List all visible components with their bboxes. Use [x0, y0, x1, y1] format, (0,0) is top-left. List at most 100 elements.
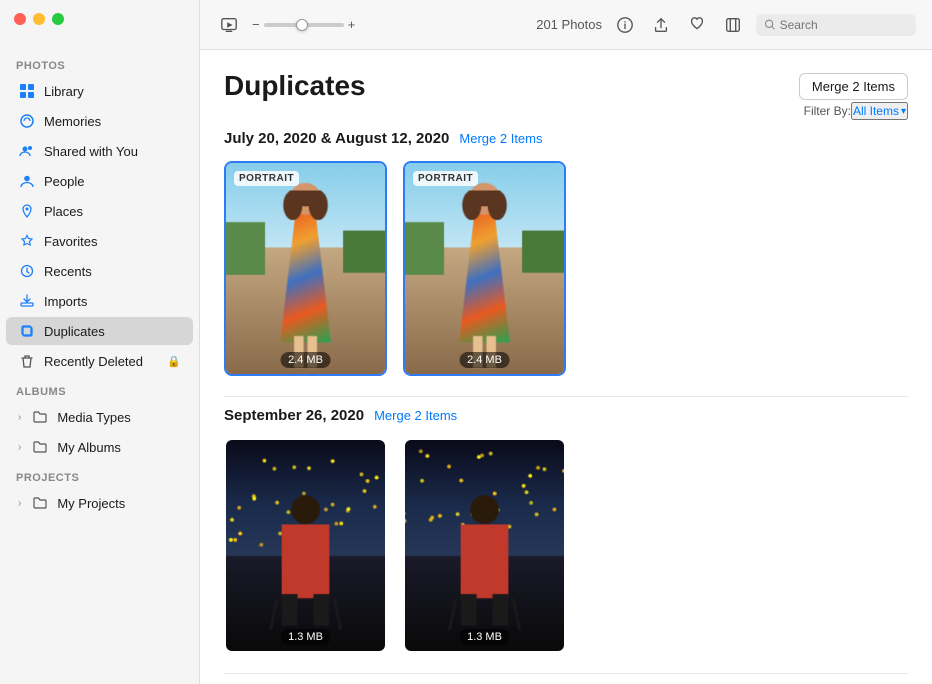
section-header-0: July 20, 2020 & August 12, 2020 Merge 2 …: [224, 130, 908, 147]
maximize-button[interactable]: [52, 13, 64, 25]
sidebar-item-media-types[interactable]: › Media Types: [6, 403, 193, 431]
sidebar-item-places[interactable]: Places: [6, 197, 193, 225]
chevron-down-icon: ▾: [901, 106, 906, 117]
sidebar-item-my-projects-label: My Projects: [57, 496, 125, 511]
memories-icon: [18, 112, 36, 130]
sidebar-section-projects: Projects: [0, 462, 199, 488]
sidebar-item-memories-label: Memories: [44, 114, 101, 129]
sidebar-item-people-label: People: [44, 174, 84, 189]
sidebar-item-library[interactable]: Library: [6, 77, 193, 105]
slider-track[interactable]: [264, 23, 344, 27]
sidebar-item-shared-with-you[interactable]: Shared with You: [6, 137, 193, 165]
sidebar-item-memories[interactable]: Memories: [6, 107, 193, 135]
main-area: − + 201 Photos Duplicates: [200, 0, 932, 684]
shared-icon: [18, 142, 36, 160]
filter-dropdown[interactable]: All Items ▾: [851, 102, 908, 120]
search-icon: [764, 18, 776, 31]
traffic-lights: [14, 13, 64, 25]
sidebar-item-recently-deleted[interactable]: Recently Deleted 🔒: [6, 347, 193, 375]
photo-item-0-1[interactable]: PORTRAIT 2.4 MB: [403, 161, 566, 376]
recents-icon: [18, 262, 36, 280]
sidebar-item-duplicates-label: Duplicates: [44, 324, 105, 339]
toolbar-left: [216, 12, 242, 38]
toolbar: − + 201 Photos: [200, 0, 932, 50]
rotate-button[interactable]: [720, 12, 746, 38]
photo-count: 201 Photos: [536, 17, 602, 32]
chevron-right-icon: ›: [18, 412, 21, 423]
photo-item-1-1[interactable]: 1.3 MB: [403, 438, 566, 653]
section-date-1: September 26, 2020: [224, 407, 364, 424]
chevron-right-icon-3: ›: [18, 498, 21, 509]
merge-link-1[interactable]: Merge 2 Items: [374, 408, 457, 423]
photo-size-1-1: 1.3 MB: [459, 629, 510, 645]
photo-canvas-1-1: [405, 440, 564, 651]
sidebar-section-albums: Albums: [0, 376, 199, 402]
lock-icon: 🔒: [167, 355, 181, 368]
sidebar-item-favorites[interactable]: Favorites: [6, 227, 193, 255]
sidebar-item-favorites-label: Favorites: [44, 234, 97, 249]
zoom-slider[interactable]: − +: [252, 17, 355, 32]
trash-icon: [18, 352, 36, 370]
sidebar-item-recently-deleted-label: Recently Deleted: [44, 354, 143, 369]
sidebar-item-shared-label: Shared with You: [44, 144, 138, 159]
filter-value: All Items: [853, 104, 899, 118]
divider-2: [224, 673, 908, 674]
photo-group-0: July 20, 2020 & August 12, 2020 Merge 2 …: [224, 130, 908, 376]
photo-item-0-0[interactable]: PORTRAIT 2.4 MB: [224, 161, 387, 376]
sidebar-item-people[interactable]: People: [6, 167, 193, 195]
sidebar-section-photos: Photos: [0, 50, 199, 76]
imports-icon: [18, 292, 36, 310]
section-header-1: September 26, 2020 Merge 2 Items: [224, 407, 908, 424]
divider-1: [224, 396, 908, 397]
slideshow-button[interactable]: [216, 12, 242, 38]
sidebar-item-places-label: Places: [44, 204, 83, 219]
merge-link-0[interactable]: Merge 2 Items: [459, 131, 542, 146]
sidebar-item-duplicates[interactable]: Duplicates: [6, 317, 193, 345]
info-button[interactable]: [612, 12, 638, 38]
photo-canvas-0-1: [405, 163, 564, 374]
sidebar: Photos Library Memories Shared with You …: [0, 0, 200, 684]
filter-control: Merge 2 Items: [799, 73, 908, 100]
sidebar-item-my-albums[interactable]: › My Albums: [6, 433, 193, 461]
sidebar-item-recents[interactable]: Recents: [6, 257, 193, 285]
search-box[interactable]: [756, 14, 916, 36]
filter-row: Filter By: All Items ▾: [224, 102, 908, 120]
chevron-right-icon-2: ›: [18, 442, 21, 453]
photos-grid-1: 1.3 MB 1.3 MB: [224, 438, 908, 653]
title-filter-row: Duplicates Merge 2 Items: [224, 70, 908, 102]
sidebar-item-media-types-label: Media Types: [57, 410, 130, 425]
photo-grid-icon: [18, 82, 36, 100]
photo-canvas-0-0: [226, 163, 385, 374]
filter-prefix: Filter By:: [804, 104, 851, 118]
sidebar-item-imports-label: Imports: [44, 294, 87, 309]
places-icon: [18, 202, 36, 220]
slider-thumb: [296, 19, 308, 31]
merge-2-items-button[interactable]: Merge 2 Items: [799, 73, 908, 100]
folder-icon: [31, 408, 49, 426]
sidebar-item-imports[interactable]: Imports: [6, 287, 193, 315]
photo-group-1: September 26, 2020 Merge 2 Items 1.3 MB …: [224, 407, 908, 653]
folder-icon-3: [31, 494, 49, 512]
duplicates-icon: [18, 322, 36, 340]
favorites-icon: [18, 232, 36, 250]
photo-size-1-0: 1.3 MB: [280, 629, 331, 645]
portrait-badge-0-0: PORTRAIT: [234, 171, 299, 186]
zoom-minus: −: [252, 17, 260, 32]
photo-item-1-0[interactable]: 1.3 MB: [224, 438, 387, 653]
photo-size-0-1: 2.4 MB: [459, 352, 510, 368]
photo-size-0-0: 2.4 MB: [280, 352, 331, 368]
search-input[interactable]: [780, 18, 908, 32]
people-icon: [18, 172, 36, 190]
page-title: Duplicates: [224, 70, 366, 102]
sidebar-item-library-label: Library: [44, 84, 84, 99]
section-date-0: July 20, 2020 & August 12, 2020: [224, 130, 449, 147]
favorites-button[interactable]: [684, 12, 710, 38]
zoom-plus: +: [348, 17, 356, 32]
sidebar-item-recents-label: Recents: [44, 264, 92, 279]
content-area: Duplicates Merge 2 Items Filter By: All …: [200, 50, 932, 684]
minimize-button[interactable]: [33, 13, 45, 25]
close-button[interactable]: [14, 13, 26, 25]
sidebar-item-my-projects[interactable]: › My Projects: [6, 489, 193, 517]
share-button[interactable]: [648, 12, 674, 38]
sidebar-item-my-albums-label: My Albums: [57, 440, 121, 455]
